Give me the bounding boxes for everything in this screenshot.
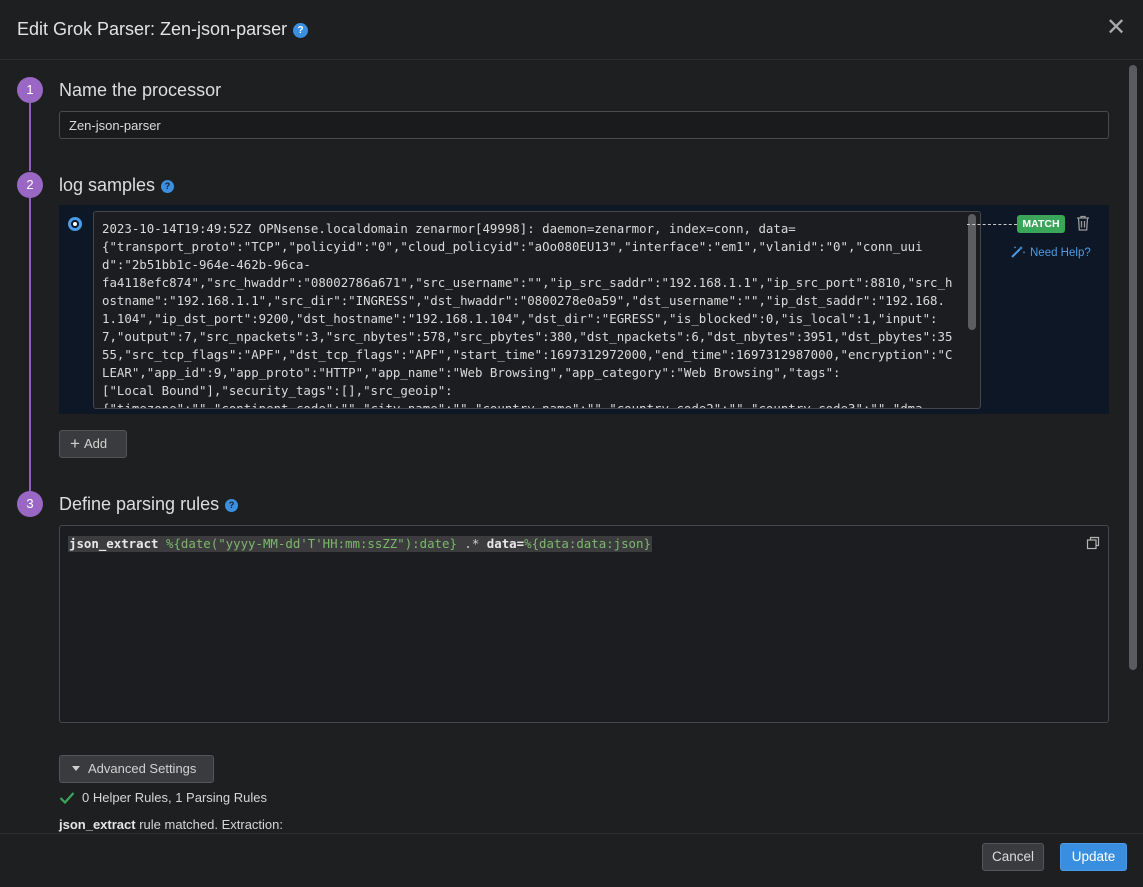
parsing-rules-help-icon[interactable]: ?	[225, 499, 239, 512]
modal-title: Edit Grok Parser: Zen-json-parser?	[17, 19, 309, 40]
step-title-log-samples-text: log samples	[59, 175, 156, 195]
help-icon[interactable]: ?	[293, 23, 309, 38]
need-help-label[interactable]: Need Help?	[1030, 247, 1091, 259]
sample-radio-button[interactable]	[68, 217, 82, 231]
step-connector-1-2	[29, 103, 31, 171]
matched-rule-text: rule matched. Extraction:	[135, 817, 283, 832]
log-sample-scrollbar[interactable]	[966, 213, 977, 407]
cancel-button[interactable]: Cancel	[982, 843, 1044, 871]
modal-header: Edit Grok Parser: Zen-json-parser? ✕	[0, 0, 1143, 60]
step-title-parsing-rules-text: Define parsing rules	[59, 494, 220, 514]
add-sample-button[interactable]: + Add	[59, 430, 127, 458]
parsing-rules-editor[interactable]: json_extract %{date("yyyy-MM-dd'T'HH:mm:…	[59, 525, 1109, 723]
rule-name: json_extract	[69, 536, 159, 551]
edit-grok-parser-modal: Edit Grok Parser: Zen-json-parser? ✕ 1 N…	[0, 0, 1143, 887]
log-sample-text[interactable]: 2023-10-14T19:49:52Z OPNsense.localdomai…	[102, 220, 957, 408]
rule-data-pattern: %{data:data:json}	[524, 536, 651, 551]
log-samples-help-icon[interactable]: ?	[161, 180, 175, 193]
rule-data-key: data=	[486, 536, 525, 551]
rule-wildcard: .*	[464, 536, 480, 551]
log-sample-scrollbar-thumb[interactable]	[968, 214, 976, 330]
need-help-link[interactable]: Need Help?	[1011, 245, 1091, 259]
add-sample-label: Add	[83, 436, 108, 451]
step-number-3: 3	[17, 491, 43, 517]
copy-icon[interactable]	[1086, 536, 1100, 550]
close-icon[interactable]: ✕	[1104, 16, 1128, 40]
trash-icon[interactable]	[1075, 214, 1091, 232]
magic-wand-icon	[1011, 246, 1026, 258]
step-number-1: 1	[17, 77, 43, 103]
advanced-settings-button[interactable]: Advanced Settings	[59, 755, 214, 783]
processor-name-input[interactable]	[59, 111, 1109, 139]
plus-icon: +	[70, 434, 80, 453]
modal-footer: Cancel Update	[0, 833, 1143, 887]
rule-date-pattern: %{date("yyyy-MM-dd'T'HH:mm:ssZZ"):date}	[166, 536, 457, 551]
step-title-parsing-rules: Define parsing rules?	[59, 494, 239, 515]
helper-rules-text: 0 Helper Rules, 1 Parsing Rules	[82, 790, 267, 805]
modal-scrollbar-thumb[interactable]	[1129, 65, 1137, 670]
caret-down-icon	[72, 766, 80, 771]
check-icon	[59, 792, 75, 804]
advanced-settings-label: Advanced Settings	[88, 761, 197, 776]
rule-matched-summary: json_extract rule matched. Extraction:	[59, 817, 283, 832]
step-connector-2-3	[29, 198, 31, 491]
match-connector-line	[967, 224, 1017, 225]
modal-scrollbar[interactable]	[1128, 60, 1138, 833]
match-badge: MATCH	[1017, 215, 1065, 233]
log-sample-textarea[interactable]: 2023-10-14T19:49:52Z OPNsense.localdomai…	[93, 211, 981, 409]
modal-title-text: Edit Grok Parser: Zen-json-parser	[17, 19, 288, 39]
step-title-name-processor: Name the processor	[59, 80, 222, 100]
parsing-rule-line[interactable]: json_extract %{date("yyyy-MM-dd'T'HH:mm:…	[68, 536, 652, 552]
update-button[interactable]: Update	[1060, 843, 1127, 871]
matched-rule-name: json_extract	[59, 817, 136, 832]
helper-rules-summary: 0 Helper Rules, 1 Parsing Rules	[59, 790, 267, 805]
step-title-log-samples: log samples?	[59, 175, 175, 196]
step-number-2: 2	[17, 172, 43, 198]
